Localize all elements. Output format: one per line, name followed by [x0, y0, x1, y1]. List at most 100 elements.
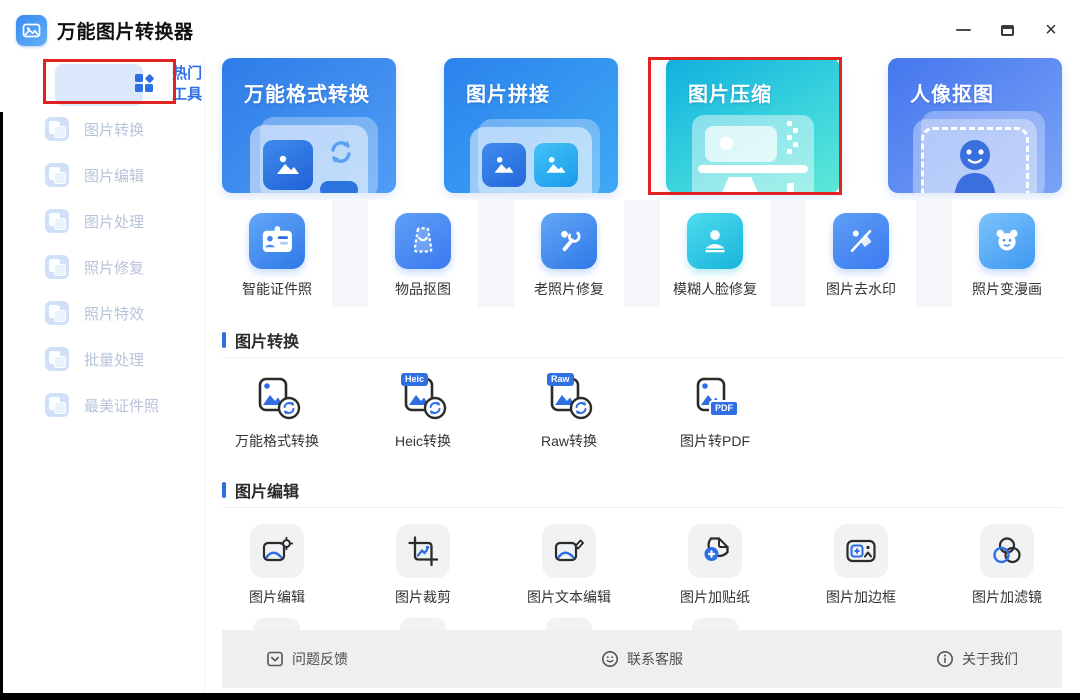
banner-image-compress[interactable]: 图片压缩: [666, 58, 840, 193]
image-compress-illustration: [692, 115, 814, 193]
clipped-tool-stub: [254, 618, 300, 630]
tool-image-to-pdf[interactable]: PDF 图片转PDF: [660, 358, 770, 456]
app-title: 万能图片转换器: [57, 21, 194, 43]
minimize-button[interactable]: [948, 15, 978, 45]
sidebar-item-id-photo[interactable]: 最美证件照: [0, 382, 204, 428]
tool-label: 图片转PDF: [680, 433, 750, 449]
tool-smart-id-photo[interactable]: 智能证件照: [222, 200, 332, 307]
sidebar-item-edit[interactable]: 图片编辑: [0, 152, 204, 198]
crop-icon: [396, 524, 450, 578]
blurred-person-icon: [687, 213, 743, 269]
section-edit-card: 图片编辑 图片裁剪 图片文本编辑 图片加贴纸 图片加边框 图片加滤镜: [222, 507, 1062, 630]
sidebar-item-convert[interactable]: 图片转换: [0, 106, 204, 152]
bag-icon: [395, 213, 451, 269]
image-edit-gear-icon: [250, 524, 304, 578]
pdf-badge: PDF: [709, 400, 739, 417]
tool-blur-face-repair[interactable]: 模糊人脸修复: [660, 200, 770, 307]
tool-add-sticker[interactable]: 图片加贴纸: [660, 508, 770, 630]
zipper-icon: [787, 121, 798, 154]
sidebar-item-process[interactable]: 图片处理: [0, 198, 204, 244]
quick-tools-row: 智能证件照 物品抠图 老照片修复 模糊人脸修复 图片去水印 照片变漫画: [222, 200, 1062, 307]
sticker-plus-icon: [688, 524, 742, 578]
tool-label: 图片裁剪: [395, 589, 451, 605]
footer-bar: 问题反馈 联系客服 关于我们: [222, 630, 1062, 688]
wrench-icon: [541, 213, 597, 269]
sidebar-item-batch[interactable]: 批量处理: [0, 336, 204, 382]
photo-effects-icon: [45, 301, 69, 325]
banner-portrait-cutout[interactable]: 人像抠图: [888, 58, 1062, 193]
portrait-cutout-illustration: [913, 111, 1045, 193]
sidebar-item-label: 批量处理: [84, 351, 145, 369]
tool-image-edit[interactable]: 图片编辑: [222, 508, 332, 630]
sidebar-item-effects[interactable]: 照片特效: [0, 290, 204, 336]
tool-label: 智能证件照: [242, 281, 312, 297]
filter-circles-icon: [980, 524, 1034, 578]
tool-add-filter[interactable]: 图片加滤镜: [952, 508, 1062, 630]
tool-universal-format-convert[interactable]: 万能格式转换: [222, 358, 332, 456]
footer-label: 问题反馈: [292, 651, 348, 667]
contact-support-button[interactable]: 联系客服: [601, 649, 683, 669]
hot-tools-icon: [135, 74, 155, 92]
banner-label: 图片拼接: [466, 84, 550, 106]
tool-label: Heic转换: [394, 433, 451, 449]
sidebar-item-label: 照片特效: [84, 305, 145, 323]
footer-label: 关于我们: [962, 651, 1018, 667]
sidebar-item-label: 图片编辑: [84, 167, 145, 185]
tool-label: 图片加贴纸: [680, 589, 750, 605]
section-title: 图片转换: [235, 334, 300, 351]
photo-repair-icon: [45, 255, 69, 279]
batch-process-icon: [45, 347, 69, 371]
watermark-remove-icon: [833, 213, 889, 269]
about-us-button[interactable]: 关于我们: [936, 649, 1018, 669]
tool-old-photo-repair[interactable]: 老照片修复: [514, 200, 624, 307]
section-header-convert: 图片转换: [222, 328, 299, 352]
banner-image-stitch[interactable]: 图片拼接: [444, 58, 618, 193]
tool-image-text-edit[interactable]: 图片文本编辑: [514, 508, 624, 630]
clipped-tool-stub: [692, 618, 738, 630]
sidebar-item-repair[interactable]: 照片修复: [0, 244, 204, 290]
sidebar-item-label: 热门工具: [172, 65, 203, 103]
sidebar-item-hot-tools[interactable]: 热门工具: [0, 60, 204, 106]
frame-plus-icon: [834, 524, 888, 578]
raw-convert-icon: Raw: [545, 373, 593, 422]
tool-label: 物品抠图: [395, 281, 451, 297]
tool-label: Raw转换: [540, 433, 597, 449]
tool-heic-convert[interactable]: Heic Heic转换: [368, 358, 478, 456]
image-convert-icon: [45, 117, 69, 141]
customer-service-icon: [602, 651, 618, 667]
tool-object-cutout[interactable]: 物品抠图: [368, 200, 478, 307]
tool-label: 万能格式转换: [235, 433, 319, 449]
banner-label: 万能格式转换: [244, 84, 370, 106]
sidebar: 热门工具 图片转换 图片编辑 图片处理 照片修复 照片特效 批量处理 最美证件照: [0, 60, 205, 700]
tool-label: 图片编辑: [249, 589, 305, 605]
close-button[interactable]: ×: [1036, 15, 1066, 45]
sidebar-item-label: 照片修复: [84, 259, 145, 277]
minimize-icon: [955, 29, 971, 31]
screenshot-bottom-edge: [0, 693, 1080, 700]
tool-label: 图片加滤镜: [972, 589, 1042, 605]
id-card-icon: [249, 213, 305, 269]
active-item-highlight: [55, 64, 144, 106]
feedback-button[interactable]: 问题反馈: [266, 649, 348, 669]
maximize-button[interactable]: [992, 15, 1022, 45]
person-icon: [954, 140, 996, 193]
heic-convert-icon: Heic: [399, 373, 447, 422]
tool-image-crop[interactable]: 图片裁剪: [368, 508, 478, 630]
tool-label: 照片变漫画: [972, 281, 1042, 297]
tool-raw-convert[interactable]: Raw Raw转换: [514, 358, 624, 456]
title-bar: 万能图片转换器 ×: [0, 0, 1080, 60]
close-icon: ×: [1045, 19, 1057, 41]
image-edit-icon: [45, 163, 69, 187]
tool-label: 模糊人脸修复: [673, 281, 757, 297]
heic-badge: Heic: [401, 373, 429, 386]
tool-add-border[interactable]: 图片加边框: [806, 508, 916, 630]
section-bar: [222, 482, 226, 498]
app-logo-icon: [16, 14, 47, 46]
tool-photo-to-cartoon[interactable]: 照片变漫画: [952, 200, 1062, 307]
text-edit-pencil-icon: [542, 524, 596, 578]
maximize-icon: [1000, 24, 1014, 36]
banner-format-convert[interactable]: 万能格式转换: [222, 58, 396, 193]
image-stitch-illustration: [470, 119, 600, 193]
tool-remove-watermark[interactable]: 图片去水印: [806, 200, 916, 307]
sidebar-item-label: 图片转换: [84, 121, 145, 139]
